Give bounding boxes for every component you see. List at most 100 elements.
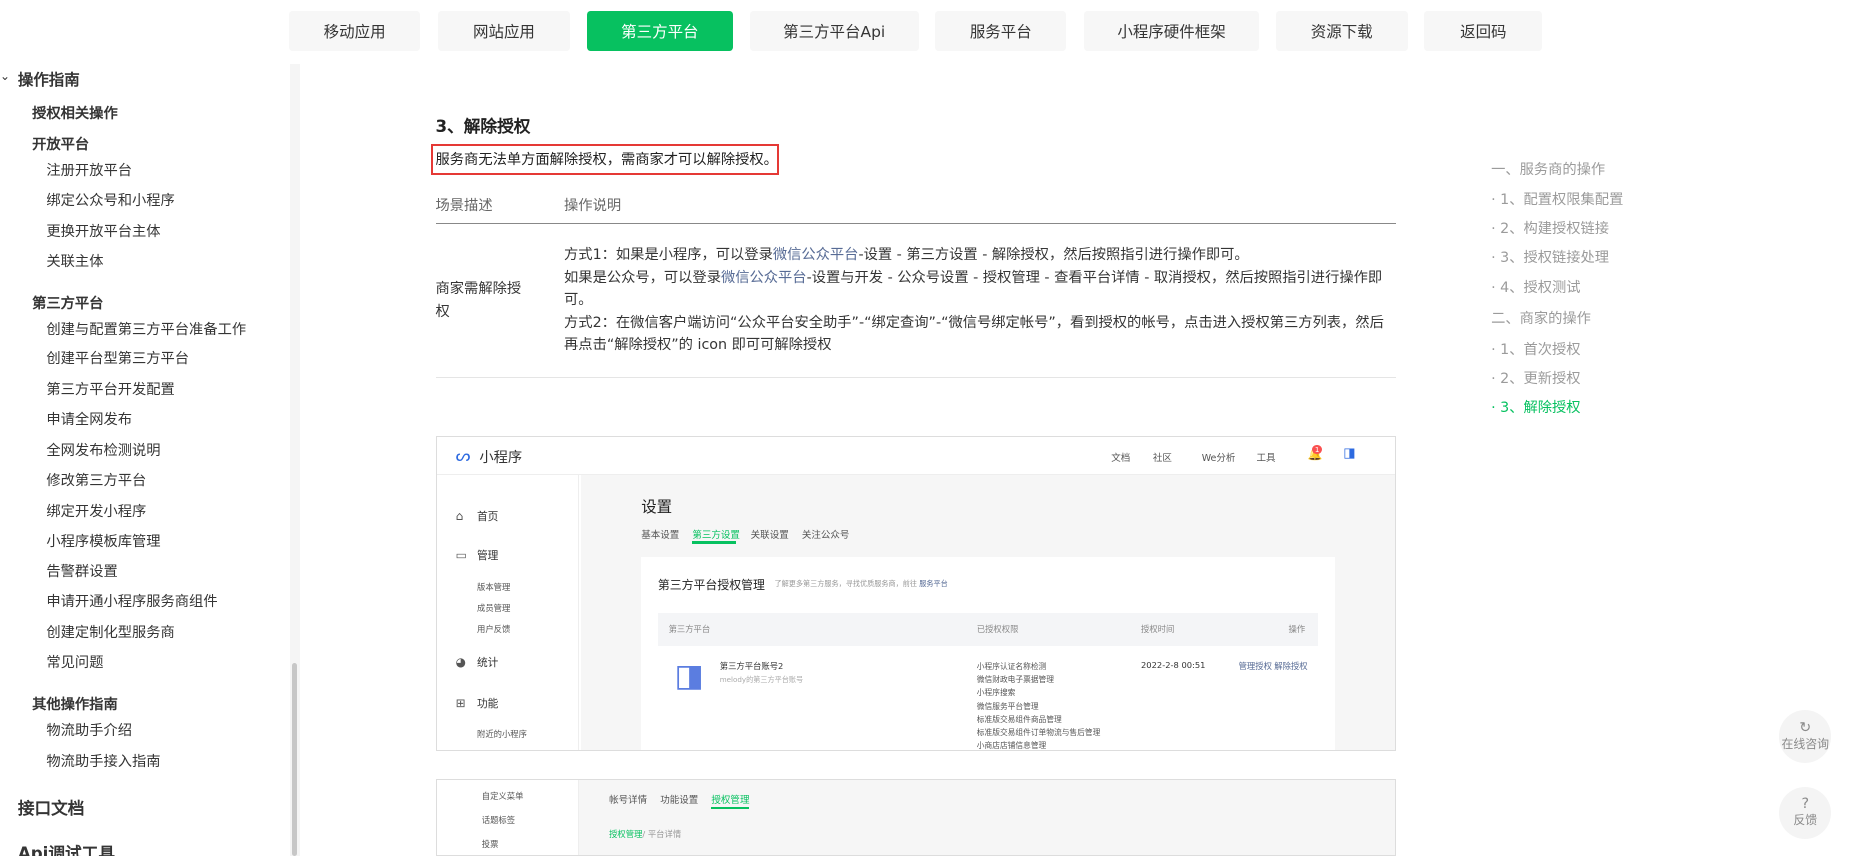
shot2-menu-item: 话题标签: [481, 814, 516, 825]
shot2-crumb-link: 授权管理: [609, 829, 643, 840]
sidebar-item[interactable]: 创建定制化型服务商: [46, 621, 174, 642]
method2-line: 方式2：在微信客户端访问“公众平台安全助手”-“绑定查询”-“微信号绑定帐号”，…: [564, 314, 1384, 354]
sidebar-heading-operation-guide[interactable]: 操作指南: [18, 68, 80, 90]
sidebar-item[interactable]: 第三方平台开发配置: [46, 378, 174, 399]
sidebar-group-other-guides[interactable]: 其他操作指南: [32, 693, 118, 714]
wechat-mp-link[interactable]: 微信公众平台: [773, 247, 859, 263]
tab-third-party-platform[interactable]: 第三方平台: [586, 10, 734, 52]
table-row-divider: [435, 377, 1396, 379]
toc-item[interactable]: · 1、首次授权: [1491, 338, 1580, 359]
toc-item-active[interactable]: · 3、解除授权: [1491, 396, 1580, 417]
shot-action-revoke: 解除授权: [1274, 661, 1308, 672]
shot-row-sub: melody的第三方平台账号: [719, 674, 804, 684]
brand-name: 小程序: [479, 450, 523, 467]
section-note: 服务商无法单方面解除授权，需商家才可以解除授权。: [435, 151, 778, 168]
shot-tab: 基本设置: [641, 529, 680, 541]
sidebar-item[interactable]: 注册开放平台: [46, 159, 132, 180]
shot-col: 已授权权限: [976, 624, 1019, 635]
toc-item[interactable]: 一、服务商的操作: [1491, 158, 1605, 179]
shot-sidebar: ⌂ 首页 ▭ 管理 版本管理 成员管理 用户反馈 ◕ 统计 ⊞ 功能 附近的小程…: [436, 474, 580, 750]
sidebar: ⌄ 操作指南 授权相关操作 开放平台 注册开放平台 绑定公众号和小程序 更换开放…: [0, 64, 300, 856]
screenshot-mp-settings: ᔕ 小程序 文档 社区 We分析 工具 🔔 1 ◨ ⌂ 首页 ▭ 管理 版本管理…: [435, 435, 1396, 751]
feedback-label: 反馈: [1793, 813, 1818, 828]
sidebar-group-open-platform[interactable]: 开放平台: [32, 133, 89, 154]
sidebar-scrollbar-thumb[interactable]: [291, 662, 298, 856]
sidebar-item[interactable]: 申请开通小程序服务商组件: [46, 590, 217, 611]
shot-menu-manage: 管理: [476, 549, 499, 563]
table-header-divider: [435, 222, 1396, 224]
toc-item[interactable]: · 1、配置权限集配置: [1491, 188, 1623, 209]
shot-link-we-analysis: We分析: [1201, 452, 1236, 464]
shot-row-time: 2022-2-8 00:51: [1141, 660, 1206, 671]
sidebar-item[interactable]: 全网发布检测说明: [46, 439, 160, 460]
sidebar-item[interactable]: 告警群设置: [46, 560, 117, 581]
tab-hardware-framework[interactable]: 小程序硬件框架: [1084, 10, 1259, 52]
chevron-down-icon[interactable]: ⌄: [0, 69, 10, 83]
toc-item[interactable]: · 4、授权测试: [1491, 276, 1580, 297]
shot-table-header: 第三方平台 已授权权限 授权时间 操作: [657, 612, 1319, 646]
top-navigation: 移动应用 网站应用 第三方平台 第三方平台Api 服务平台 小程序硬件框架 资源…: [0, 0, 1865, 65]
shot-submenu: 附近的小程序: [476, 729, 527, 740]
shot-col: 第三方平台: [668, 624, 711, 635]
sidebar-item[interactable]: 申请全网发布: [46, 408, 132, 429]
shot-row-name: 第三方平台账号2: [719, 661, 784, 672]
tab-website-app[interactable]: 网站应用: [437, 10, 570, 52]
toc-item[interactable]: · 2、更新授权: [1491, 367, 1580, 388]
sidebar-group-authorization[interactable]: 授权相关操作: [32, 102, 118, 123]
tab-return-codes[interactable]: 返回码: [1424, 10, 1543, 52]
sidebar-item[interactable]: 关联主体: [46, 250, 103, 271]
tab-service-platform[interactable]: 服务平台: [935, 10, 1067, 52]
table-header-instruction: 操作说明: [564, 197, 622, 214]
shot-card-title: 第三方平台授权管理: [657, 577, 765, 592]
consult-label: 在线咨询: [1781, 737, 1830, 752]
sidebar-item[interactable]: 更换开放平台主体: [46, 220, 160, 241]
wechat-mp-link[interactable]: 微信公众平台: [721, 270, 807, 286]
sidebar-item[interactable]: 物流助手接入指南: [46, 750, 160, 771]
question-icon: ?: [1801, 796, 1810, 813]
table-cell-scene: 商家需解除授权: [435, 281, 522, 321]
online-consult-button[interactable]: ↻ 在线咨询: [1779, 710, 1832, 763]
sidebar-item[interactable]: 小程序模板库管理: [46, 530, 160, 551]
sidebar-item[interactable]: 绑定开发小程序: [46, 500, 146, 521]
toc-item[interactable]: · 2、构建授权链接: [1491, 217, 1609, 238]
tab-mobile-app[interactable]: 移动应用: [289, 10, 421, 52]
sidebar-heading-api-debug[interactable]: Api调试工具: [18, 840, 115, 855]
sidebar-item[interactable]: 绑定公众号和小程序: [46, 189, 174, 210]
shot-submenu: 成员管理: [476, 602, 511, 613]
toc-item[interactable]: 二、商家的操作: [1491, 307, 1591, 328]
method1-line: 方式1：如果是小程序，可以登录微信公众平台-设置 - 第三方设置 - 解除授权，…: [564, 246, 1249, 263]
shot-page-title: 设置: [641, 497, 673, 516]
shot-tab-active: 第三方设置: [692, 529, 740, 541]
feedback-button[interactable]: ? 反馈: [1779, 786, 1832, 839]
shot2-tab: 帐号详情: [609, 795, 648, 807]
sidebar-item[interactable]: 修改第三方平台: [46, 469, 146, 490]
shot-col: 操作: [1288, 624, 1306, 635]
shot-submenu: 用户反馈: [476, 624, 511, 635]
shot-card-desc: 了解更多第三方服务，寻找优质服务商，前往 服务平台: [774, 579, 948, 589]
shot-tab: 关注公众号: [801, 529, 850, 541]
sidebar-group-third-party[interactable]: 第三方平台: [32, 292, 103, 313]
tab-resource-download[interactable]: 资源下载: [1275, 10, 1408, 52]
sidebar-item[interactable]: 创建平台型第三方平台: [46, 347, 189, 368]
toc-item[interactable]: · 3、授权链接处理: [1491, 246, 1609, 267]
shot2-tab: 功能设置: [660, 795, 699, 807]
sidebar-item[interactable]: 物流助手介绍: [46, 719, 132, 740]
shot2-tab-underline: [711, 806, 750, 809]
shot-row-perms: 小程序认证名称检测 微信财政电子票据管理 小程序搜索 微信服务平台管理 标准版交易组件商…: [976, 662, 1101, 750]
shot2-sidebar: 自定义菜单 话题标签 投票: [436, 780, 580, 855]
manage-icon: ▭: [455, 548, 467, 563]
shot-link-tools: 工具: [1256, 452, 1276, 464]
table-header-scene: 场景描述: [435, 197, 493, 214]
consult-icon: ↻: [1799, 719, 1812, 736]
sidebar-item[interactable]: 创建与配置第三方平台准备工作: [46, 318, 246, 339]
stats-icon: ◕: [455, 655, 466, 670]
miniprogram-logo-icon: ᔕ: [455, 446, 471, 466]
shot-menu-function: 功能: [476, 696, 499, 710]
section-title: 3、解除授权: [435, 117, 531, 137]
shot-main: 设置 基本设置 第三方设置 关联设置 关注公众号 第三方平台授权管理 了解更多第…: [580, 474, 1395, 750]
sidebar-item[interactable]: 常见问题: [46, 651, 103, 672]
platform-logo-icon: ◨: [674, 658, 704, 695]
tab-third-party-api[interactable]: 第三方平台Api: [749, 10, 919, 52]
sidebar-heading-api-docs[interactable]: 接口文档: [18, 795, 85, 819]
shot-link-docs: 文档: [1111, 452, 1131, 464]
